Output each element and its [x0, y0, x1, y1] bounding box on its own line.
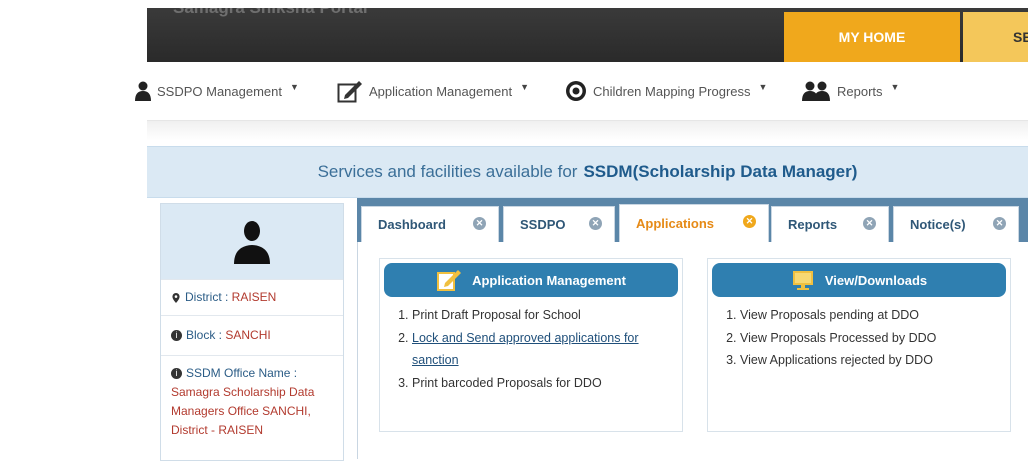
card-header: View/Downloads: [712, 263, 1006, 297]
office-label: SSDM Office Name :: [186, 366, 298, 380]
info-icon: i: [171, 330, 182, 342]
list-item[interactable]: View Applications rejected by DDO: [740, 349, 1010, 372]
tab-my-home[interactable]: MY HOME: [784, 12, 960, 62]
district-value: RAISEN: [231, 290, 277, 304]
list-item[interactable]: View Proposals pending at DDO: [740, 304, 1010, 327]
edit-note-icon: [437, 270, 462, 291]
nav-label: Children Mapping Progress: [593, 83, 751, 99]
caret-down-icon: ▼: [890, 82, 900, 92]
district-label: District :: [185, 290, 232, 304]
close-icon[interactable]: ✕: [863, 217, 876, 230]
close-icon[interactable]: ✕: [993, 217, 1006, 230]
avatar: [161, 204, 343, 279]
application-management-list: Print Draft Proposal for School Lock and…: [380, 304, 682, 394]
block-info: i Block : SANCHI: [161, 315, 343, 355]
list-item-text[interactable]: Print barcoded Proposals for DDO: [412, 376, 602, 390]
nav-application-management[interactable]: Application Management ▼: [337, 76, 529, 106]
list-item[interactable]: Lock and Send approved applications for …: [412, 327, 682, 372]
nav-shadow: [147, 121, 1028, 141]
district-info: District : RAISEN: [161, 279, 343, 315]
caret-down-icon: ▼: [290, 82, 299, 92]
nav-children-mapping-progress[interactable]: Children Mapping Progress ▼: [565, 76, 767, 106]
list-item-text[interactable]: View Applications rejected by DDO: [740, 353, 933, 367]
list-item-text[interactable]: View Proposals pending at DDO: [740, 308, 919, 322]
user-avatar-icon: [234, 220, 270, 264]
profile-panel: District : RAISEN i Block : SANCHI i SSDM …: [160, 203, 344, 461]
tab-label: Reports: [788, 217, 838, 232]
caret-down-icon: ▼: [758, 82, 768, 92]
close-icon[interactable]: ✕: [743, 215, 756, 228]
nav-reports[interactable]: Reports ▼: [801, 76, 899, 106]
tab-strip: Dashboard ✕ SSDPO ✕ Applications ✕ Reports ✕…: [357, 198, 1028, 242]
edit-icon: [337, 81, 362, 103]
list-item[interactable]: Print barcoded Proposals for DDO: [412, 372, 682, 395]
tab-applications[interactable]: Applications ✕: [619, 204, 769, 242]
application-management-card: Application Management Print Draft Propo…: [379, 258, 683, 432]
view-downloads-card: View/Downloads View Proposals pending at…: [707, 258, 1011, 432]
nav-ssdpo-management[interactable]: SSDPO Management ▼: [135, 76, 299, 106]
card-title: Application Management: [472, 272, 626, 288]
tab-label: Dashboard: [378, 217, 446, 232]
close-icon[interactable]: ✕: [589, 217, 602, 230]
tab-label: Applications: [636, 216, 715, 231]
office-info: i SSDM Office Name : Samagra Scholarship …: [161, 355, 343, 448]
tab-label: SSDPO: [520, 217, 566, 232]
list-item-text[interactable]: View Proposals Processed by DDO: [740, 331, 936, 345]
lock-send-link[interactable]: Lock and Send approved applications for …: [412, 331, 639, 368]
list-item-text[interactable]: Print Draft Proposal for School: [412, 308, 581, 322]
portal-title: Samagra Shiksha Portal: [173, 8, 368, 18]
nav-label: Reports: [837, 83, 883, 99]
main-nav: SSDPO Management ▼ Application Management…: [135, 62, 1028, 121]
tab-ssdpo[interactable]: SSDPO ✕: [503, 206, 615, 242]
header-bar: Samagra Shiksha Portal MY HOME SE: [147, 8, 1028, 62]
office-value: Samagra Scholarship Data Managers Office…: [171, 385, 315, 437]
progress-icon: [566, 81, 586, 101]
tab-dashboard[interactable]: Dashboard ✕: [361, 206, 499, 242]
block-label: Block :: [186, 328, 226, 342]
nav-label: SSDPO Management: [157, 83, 283, 99]
card-header: Application Management: [384, 263, 678, 297]
banner-role: SSDM(Scholarship Data Manager): [583, 162, 858, 181]
caret-down-icon: ▼: [520, 82, 530, 92]
tab-se[interactable]: SE: [963, 12, 1028, 62]
view-downloads-list: View Proposals pending at DDO View Propo…: [708, 304, 1010, 372]
user-icon: [135, 81, 151, 101]
tab-label: Notice(s): [910, 217, 966, 232]
list-item[interactable]: Print Draft Proposal for School: [412, 304, 682, 327]
block-value: SANCHI: [225, 328, 271, 342]
tab-notices[interactable]: Notice(s) ✕: [893, 206, 1019, 242]
info-icon: i: [171, 368, 182, 380]
close-icon[interactable]: ✕: [473, 217, 486, 230]
card-title: View/Downloads: [824, 272, 928, 288]
banner-prefix: Services and facilities available for: [317, 162, 578, 181]
list-item[interactable]: View Proposals Processed by DDO: [740, 327, 1010, 350]
nav-label: Application Management: [369, 83, 513, 99]
map-marker-icon: [172, 292, 180, 303]
monitor-icon: [792, 271, 813, 290]
services-banner: Services and facilities available for SSD…: [147, 146, 1028, 198]
users-icon: [802, 81, 830, 101]
tab-reports[interactable]: Reports ✕: [771, 206, 889, 242]
